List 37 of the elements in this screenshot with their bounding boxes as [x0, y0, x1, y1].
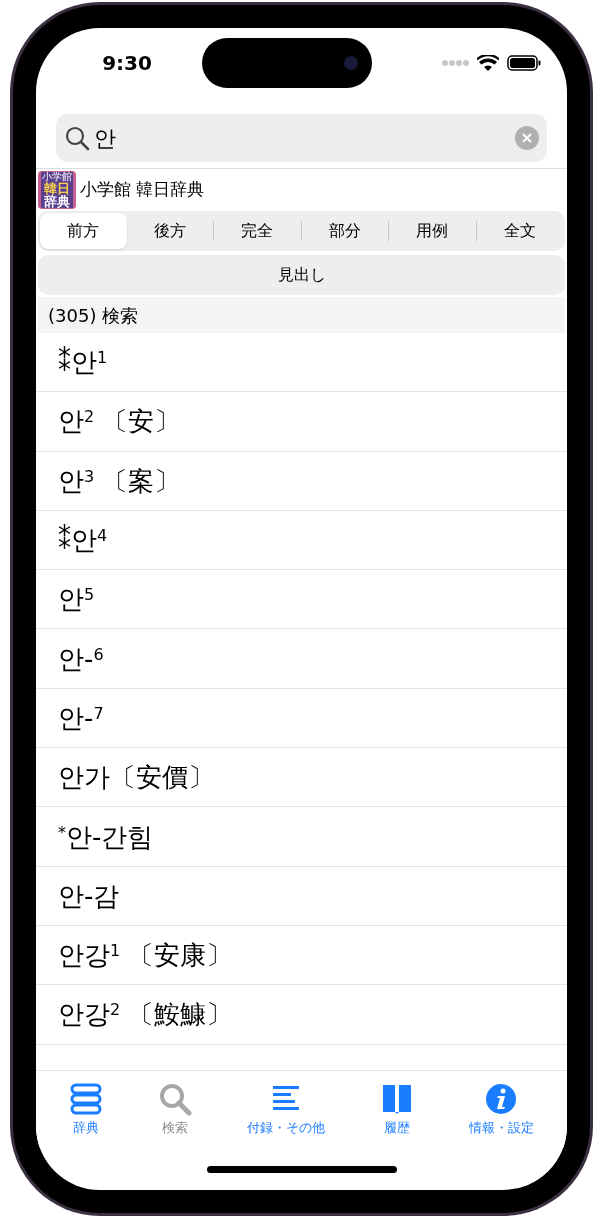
result-entry[interactable]: 안$^{5}$ — [58, 586, 95, 613]
result-entry[interactable]: 안-$^{6}$ — [58, 645, 104, 672]
result-entry[interactable]: 안강$^{1}$ 〔安康〕 — [58, 942, 233, 969]
result-entry[interactable]: $^{*}$안-간힘 — [58, 823, 154, 850]
clear-button[interactable] — [515, 126, 539, 150]
result-entry[interactable]: 안$^{3}$ 〔案〕 — [58, 467, 181, 494]
tab-bar-item[interactable]: 付録・その他 — [247, 1081, 325, 1138]
signal-icon — [441, 59, 469, 67]
dictionary-logo: 小学館 韓日 辞典 — [38, 171, 76, 209]
info-icon — [484, 1081, 519, 1116]
search-field[interactable]: 안 — [94, 121, 511, 155]
books-icon — [69, 1081, 104, 1116]
segment-tab[interactable]: 完全 — [214, 213, 301, 249]
result-entry[interactable]: 안가〔安價〕 — [58, 764, 214, 791]
segment-tab[interactable]: 部分 — [301, 213, 388, 249]
segment-tab[interactable]: 後方 — [126, 213, 213, 249]
tab-bar-item[interactable]: 辞典 — [69, 1081, 104, 1138]
segment-tab[interactable]: 前方 — [40, 213, 127, 249]
segment-tab[interactable]: 用例 — [389, 213, 476, 249]
result-entry[interactable]: 안강$^{2}$ 〔鮟鱇〕 — [58, 1001, 233, 1028]
tab-bar-item[interactable]: 検索 — [158, 1081, 193, 1138]
wifi-icon — [477, 55, 499, 71]
search-icon — [64, 125, 90, 151]
tab-bar-item[interactable]: 情報・設定 — [468, 1081, 534, 1138]
battery-icon — [507, 55, 541, 71]
close-icon — [522, 133, 532, 143]
field-button[interactable]: 見出し — [38, 255, 565, 295]
result-entry[interactable]: 안-$^{7}$ — [58, 704, 104, 731]
result-entry[interactable]: 안-감 — [58, 882, 120, 909]
search-bar[interactable]: 안 — [56, 114, 547, 162]
result-entry[interactable]: 안$^{2}$ 〔安〕 — [58, 408, 181, 435]
search-icon — [158, 1081, 193, 1116]
result-count: (305) 検索 — [48, 303, 139, 328]
tab-bar-item[interactable]: 履歴 — [379, 1081, 414, 1138]
status-time: 9:30 — [102, 50, 152, 77]
segment-tab[interactable]: 全文 — [476, 213, 563, 249]
dictionary-title: 小学館 韓日辞典 — [80, 178, 205, 202]
